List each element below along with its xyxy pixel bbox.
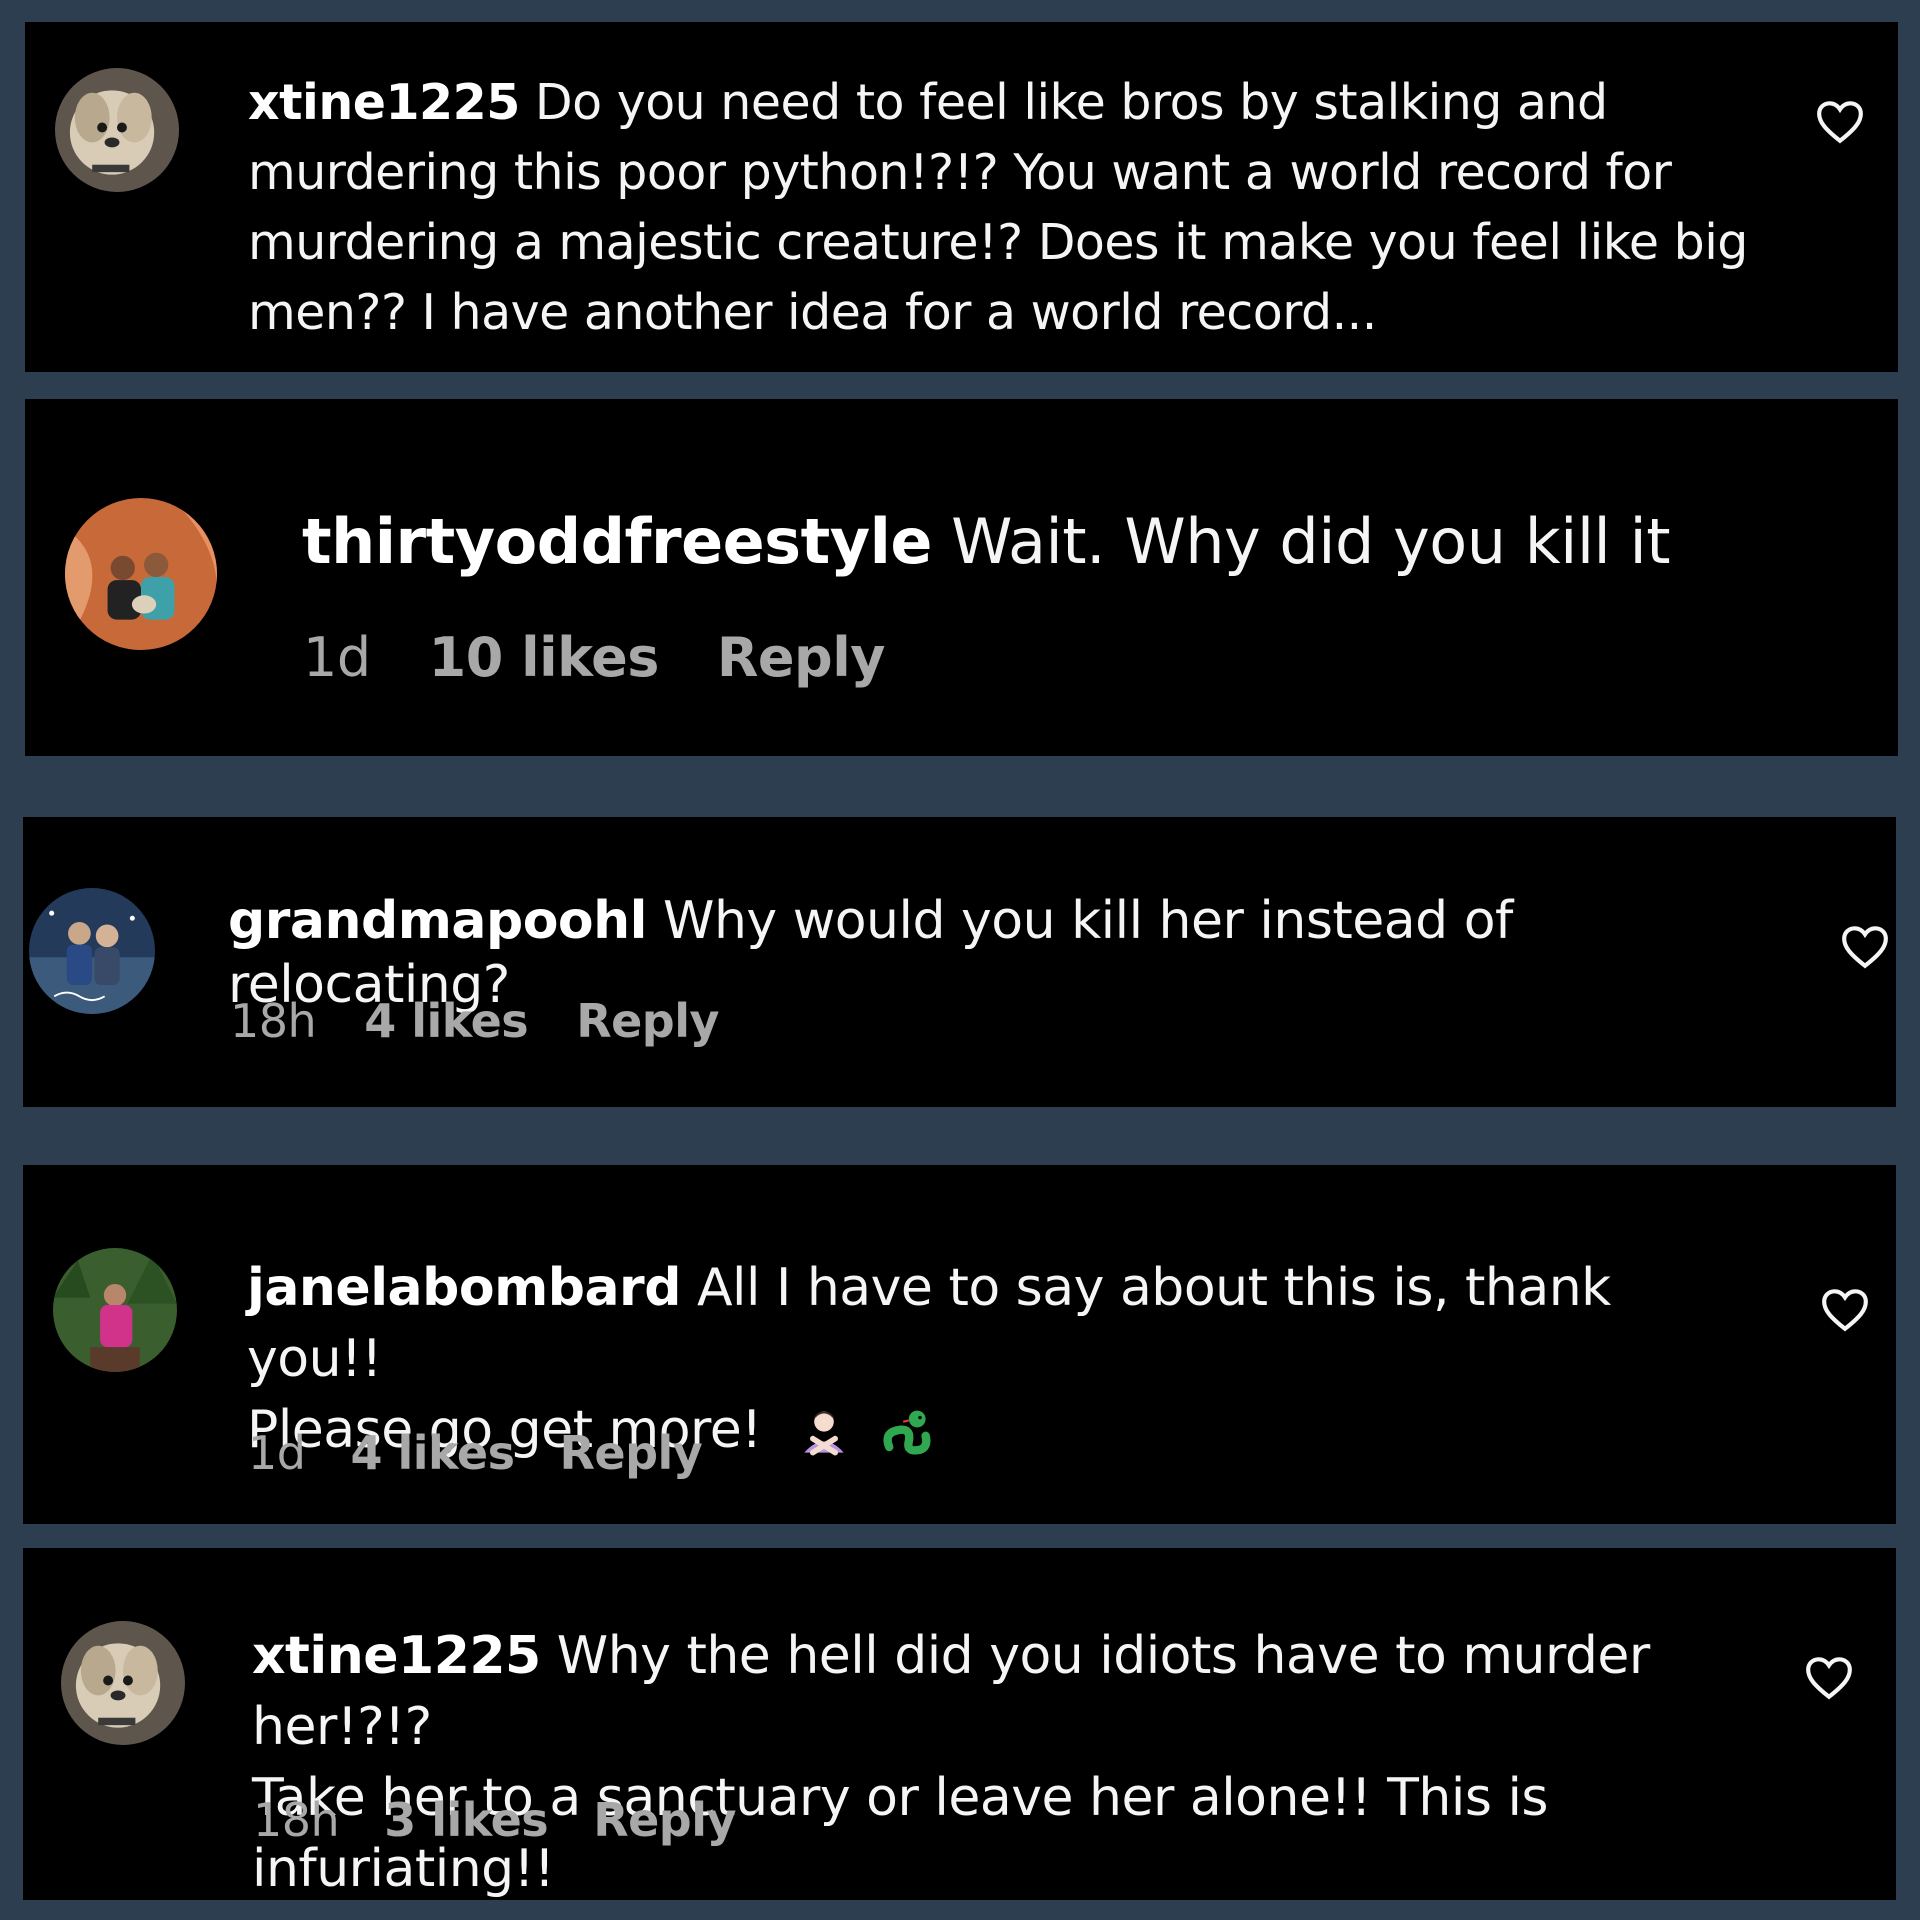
comment-card: janelabombard All I have to say about th…	[23, 1165, 1896, 1524]
avatar[interactable]	[55, 68, 179, 192]
likes-count[interactable]: 4 likes	[364, 993, 529, 1049]
comment-body: Wait. Why did you kill it	[951, 505, 1671, 578]
reply-button[interactable]: Reply	[576, 993, 719, 1049]
username[interactable]: xtine1225	[248, 74, 520, 131]
avatar[interactable]	[53, 1248, 177, 1372]
snake-emoji	[878, 1405, 934, 1461]
dog-avatar-image	[55, 68, 179, 192]
avatar[interactable]	[29, 888, 155, 1014]
reply-button[interactable]: Reply	[593, 1792, 736, 1848]
comment-time: 1d	[248, 1426, 306, 1480]
comment-meta: 18h 4 likes Reply	[230, 993, 719, 1049]
people-avatar-image	[65, 498, 217, 650]
comment-time: 18h	[230, 994, 317, 1048]
username[interactable]: thirtyoddfreestyle	[302, 505, 932, 578]
avatar[interactable]	[61, 1621, 185, 1745]
comment-meta: 1d 10 likes Reply	[303, 626, 885, 690]
comment-text: xtine1225 Why the hell did you idiots ha…	[252, 1621, 1812, 1905]
dog-avatar-image	[61, 1621, 185, 1745]
reply-button[interactable]: Reply	[559, 1425, 702, 1481]
person-gesturing-no-emoji	[796, 1405, 852, 1461]
couple-avatar-image	[29, 888, 155, 1014]
comment-card: xtine1225 Why the hell did you idiots ha…	[23, 1548, 1896, 1900]
avatar[interactable]	[65, 498, 217, 650]
comment-card: thirtyoddfreestyle Wait. Why did you kil…	[25, 399, 1898, 756]
like-heart-icon[interactable]	[1840, 923, 1890, 969]
comment-card: xtine1225 Do you need to feel like bros …	[25, 22, 1898, 372]
hiker-avatar-image	[53, 1248, 177, 1372]
comment-time: 1d	[303, 626, 371, 689]
like-heart-icon[interactable]	[1820, 1286, 1870, 1332]
likes-count[interactable]: 3 likes	[384, 1792, 549, 1848]
reply-button[interactable]: Reply	[717, 626, 886, 690]
comment-time: 18h	[253, 1793, 340, 1847]
username[interactable]: janelabombard	[247, 1258, 681, 1318]
username[interactable]: xtine1225	[252, 1626, 541, 1686]
comment-text: thirtyoddfreestyle Wait. Why did you kil…	[302, 506, 1802, 578]
like-heart-icon[interactable]	[1815, 98, 1865, 144]
like-heart-icon[interactable]	[1804, 1654, 1854, 1700]
comment-card: grandmapoohl Why would you kill her inst…	[23, 817, 1896, 1107]
comment-meta: 18h 3 likes Reply	[253, 1792, 736, 1848]
comment-text: xtine1225 Do you need to feel like bros …	[248, 68, 1768, 348]
comment-meta: 1d 4 likes Reply	[248, 1425, 703, 1481]
likes-count[interactable]: 10 likes	[429, 626, 660, 690]
username[interactable]: grandmapoohl	[228, 891, 648, 951]
likes-count[interactable]: 4 likes	[350, 1425, 515, 1481]
